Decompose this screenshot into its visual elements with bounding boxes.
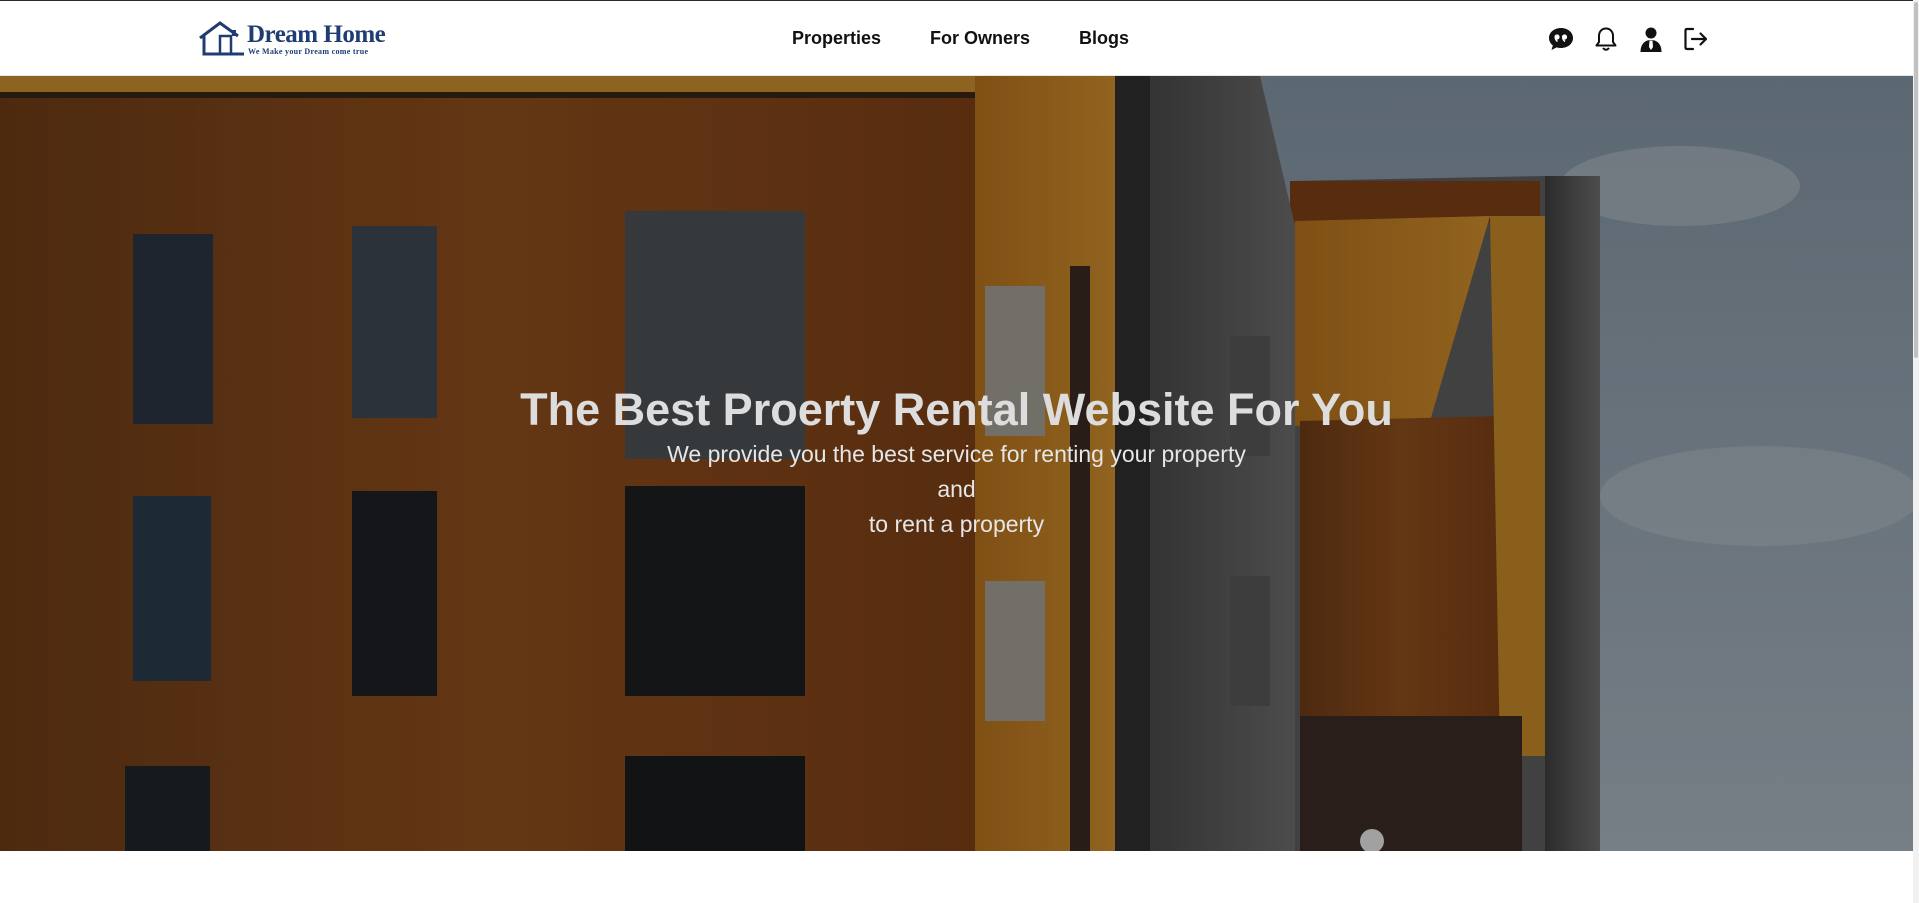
logout-icon[interactable] xyxy=(1682,25,1710,53)
page-scrollbar-thumb[interactable] xyxy=(1914,2,1918,358)
nav-link-properties[interactable]: Properties xyxy=(792,28,881,49)
nav-link-blogs[interactable]: Blogs xyxy=(1079,28,1129,49)
navbar: Dream Home We Make your Dream come true … xyxy=(0,1,1913,76)
hero-subtitle-line-3: to rent a property xyxy=(868,511,1045,537)
hero-subtitle-line-2: and xyxy=(937,476,976,502)
hero-subtitle-line-1: We provide you the best service for rent… xyxy=(667,441,1246,467)
chat-quote-icon[interactable] xyxy=(1547,25,1575,53)
hero-banner: The Best Proerty Rental Website For You … xyxy=(0,76,1913,851)
bell-icon[interactable] xyxy=(1592,25,1620,53)
user-icon[interactable] xyxy=(1637,25,1665,53)
nav-actions xyxy=(1547,25,1717,53)
hero-title: The Best Proerty Rental Website For You xyxy=(520,384,1393,435)
nav-link-for-owners[interactable]: For Owners xyxy=(930,28,1030,49)
